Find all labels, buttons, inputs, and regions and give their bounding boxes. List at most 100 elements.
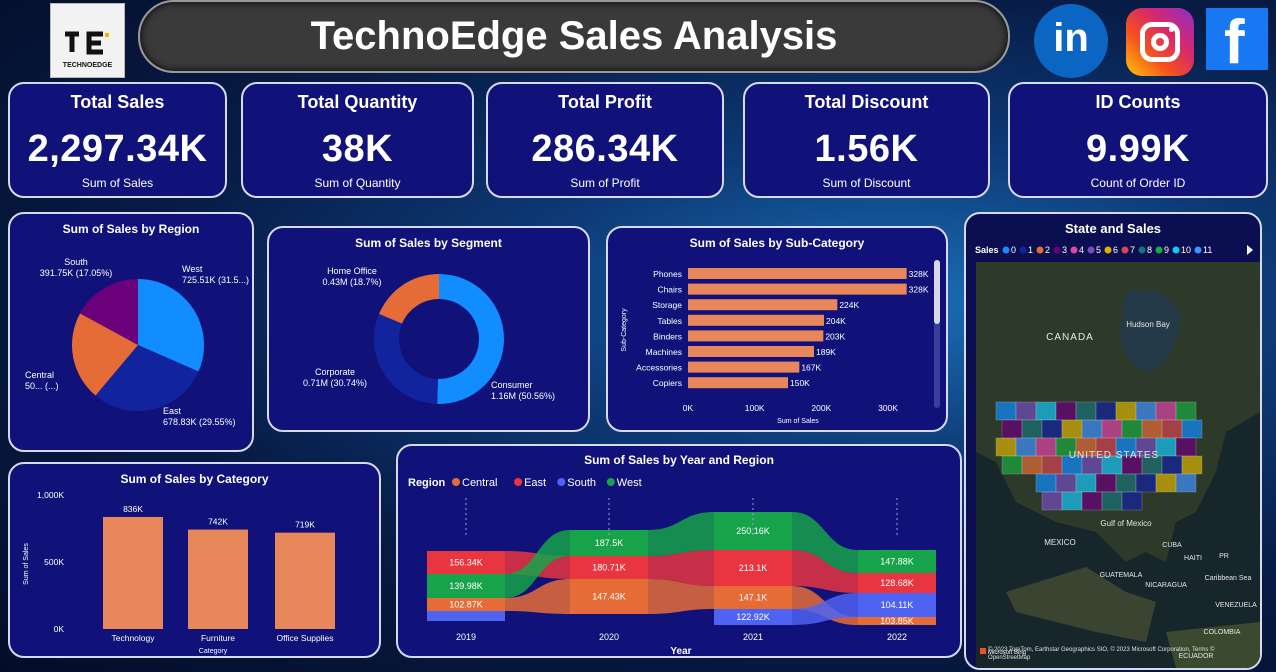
bar[interactable] [188,529,248,629]
state-region[interactable] [1155,401,1177,421]
bar[interactable] [688,346,814,357]
state-region[interactable] [1181,455,1203,475]
subcategory-bar-card[interactable]: Sum of Sales by Sub-Category Phones 328K C… [606,226,948,432]
state-region[interactable] [1075,473,1097,493]
state-region[interactable] [1095,401,1117,421]
state-region[interactable] [1101,491,1123,511]
state-region[interactable] [995,437,1017,457]
bar[interactable] [103,516,163,629]
state-region[interactable] [1055,401,1077,421]
map-area[interactable]: CANADA Hudson Bay UNITED STATES Gulf of Mex… [976,262,1260,668]
state-region[interactable] [995,401,1017,421]
data-label: 102.87K [449,600,483,610]
linkedin-icon[interactable]: in [1034,4,1108,78]
legend-item[interactable]: 4 [1079,245,1084,255]
state-region[interactable] [1135,473,1157,493]
state-region[interactable] [1001,419,1023,439]
map-place-label: HAITI [1184,555,1202,562]
slice-corporate[interactable] [374,313,438,404]
bar[interactable] [688,314,824,326]
segment-south[interactable] [427,611,505,621]
legend-item[interactable]: 5 [1096,245,1101,255]
state-region[interactable] [1021,455,1043,475]
category-bar-card[interactable]: Sum of Sales by Category 0K 500K 1,000K 836… [8,462,381,658]
legend-item[interactable]: 8 [1147,245,1152,255]
legend-item[interactable]: South [567,477,596,489]
bar[interactable] [688,283,907,295]
bar[interactable] [688,299,838,311]
state-region[interactable] [1115,473,1137,493]
state-region[interactable] [1181,419,1203,439]
state-region[interactable] [1001,455,1023,475]
state-region[interactable] [1115,401,1137,421]
state-region[interactable] [1055,473,1077,493]
bar[interactable] [688,361,800,373]
legend-item[interactable]: 1 [1028,245,1033,255]
legend-item[interactable]: Central [462,477,497,489]
state-region[interactable] [1121,419,1143,439]
data-label: 104.11K [881,600,914,610]
state-region[interactable] [1041,419,1063,439]
legend-item[interactable]: 10 [1181,245,1191,255]
state-region[interactable] [1061,419,1083,439]
legend-item[interactable]: 6 [1113,245,1118,255]
state-region[interactable] [1021,419,1043,439]
kpi-total-quantity: Total Quantity 38K Sum of Quantity [241,82,474,198]
state-region[interactable] [1155,473,1177,493]
legend-item[interactable]: 7 [1130,245,1135,255]
category-label: Office Supplies [276,633,333,643]
state-region[interactable] [1161,419,1183,439]
state-region[interactable] [1041,455,1063,475]
state-region[interactable] [1041,491,1063,511]
legend-marker [1053,246,1061,254]
label-home-office: Home Office 0.43M (18.7%) [322,266,382,287]
data-label: 213.1K [739,563,768,573]
state-region[interactable] [1081,419,1103,439]
legend-marker [1087,246,1095,254]
bar[interactable] [688,268,907,279]
state-region[interactable] [1035,437,1057,457]
state-region[interactable] [1175,401,1197,421]
x-axis-label: Category [199,648,228,655]
state-region[interactable] [1141,419,1163,439]
data-label: 103.85K [880,616,914,626]
state-region[interactable] [1121,491,1143,511]
map-place-label: Gulf of Mexico [1100,519,1152,528]
state-region[interactable] [1015,437,1037,457]
facebook-icon[interactable]: f [1206,8,1268,77]
instagram-icon[interactable] [1126,8,1194,76]
state-sales-map-card[interactable]: State and Sales Sales 0 1 2 3 4 5 6 7 8 9 10 11 CANA… [964,212,1262,670]
segment-donut-card[interactable]: Sum of Sales by Segment Home Office 0.43M… [267,226,590,432]
state-region[interactable] [1061,491,1083,511]
state-region[interactable] [1101,419,1123,439]
legend-item[interactable]: 3 [1062,245,1067,255]
state-region[interactable] [1075,401,1097,421]
year-region-ribbon-card[interactable]: Sum of Sales by Year and Region Region Ce… [396,444,962,658]
state-region[interactable] [1161,455,1183,475]
legend-item[interactable]: West [617,477,642,489]
state-region[interactable] [1035,401,1057,421]
state-region[interactable] [1175,473,1197,493]
state-region[interactable] [1095,473,1117,493]
state-region[interactable] [1081,491,1103,511]
bar[interactable] [688,330,824,342]
scrollbar[interactable] [934,260,940,408]
category-label: Tables [657,316,682,326]
x-tick: 2022 [887,632,907,642]
kpi-value: 286.34K [531,128,679,170]
state-region[interactable] [1135,401,1157,421]
map-place-label: Caribbean Sea [1205,575,1252,582]
bar[interactable] [275,532,335,629]
state-region[interactable] [1035,473,1057,493]
legend-item[interactable]: 2 [1045,245,1050,255]
bar[interactable] [688,377,788,389]
chevron-right-icon[interactable] [1247,245,1253,255]
legend-item[interactable]: 0 [1011,245,1016,255]
legend-item[interactable]: East [524,477,546,489]
legend-item[interactable]: 9 [1164,245,1169,255]
data-label: 189K [816,347,836,357]
state-region[interactable] [1175,437,1197,457]
legend-item[interactable]: 11 [1203,245,1212,255]
state-region[interactable] [1015,401,1037,421]
region-pie-card[interactable]: Sum of Sales by Region South 391.75K (17.… [8,212,254,452]
